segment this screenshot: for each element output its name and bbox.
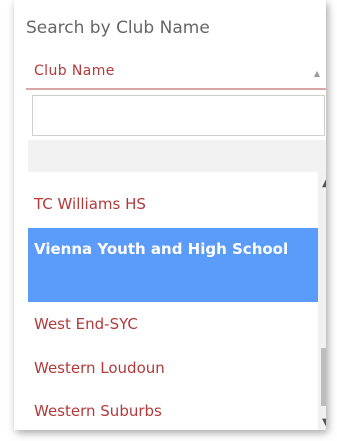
scroll-down-icon[interactable]: ▼: [322, 417, 326, 428]
chevron-up-icon: ▲: [313, 69, 320, 78]
list-item[interactable]: West End-SYC: [28, 312, 318, 337]
search-label: Search by Club Name: [26, 18, 210, 38]
list-scrollbar[interactable]: ▲ ▼: [318, 172, 326, 430]
list-item[interactable]: Western Suburbs: [28, 399, 318, 424]
club-filter-input[interactable]: [32, 95, 325, 136]
club-search-panel: Search by Club Name Club Name ▲ TC Willi…: [14, 0, 326, 430]
scroll-thumb[interactable]: [321, 348, 326, 406]
list-item-selected[interactable]: Vienna Youth and High School: [28, 228, 318, 302]
club-options-list: TC Williams HS Vienna Youth and High Sch…: [28, 172, 318, 430]
list-item-label: Vienna Youth and High School: [34, 240, 289, 258]
club-name-select[interactable]: Club Name ▲: [26, 57, 326, 90]
scroll-up-icon[interactable]: ▲: [322, 178, 326, 189]
list-item[interactable]: TC Williams HS: [28, 192, 318, 217]
club-name-select-value: Club Name: [34, 63, 115, 79]
list-header-strip: [28, 140, 326, 172]
list-item[interactable]: Western Loudoun: [28, 356, 318, 381]
